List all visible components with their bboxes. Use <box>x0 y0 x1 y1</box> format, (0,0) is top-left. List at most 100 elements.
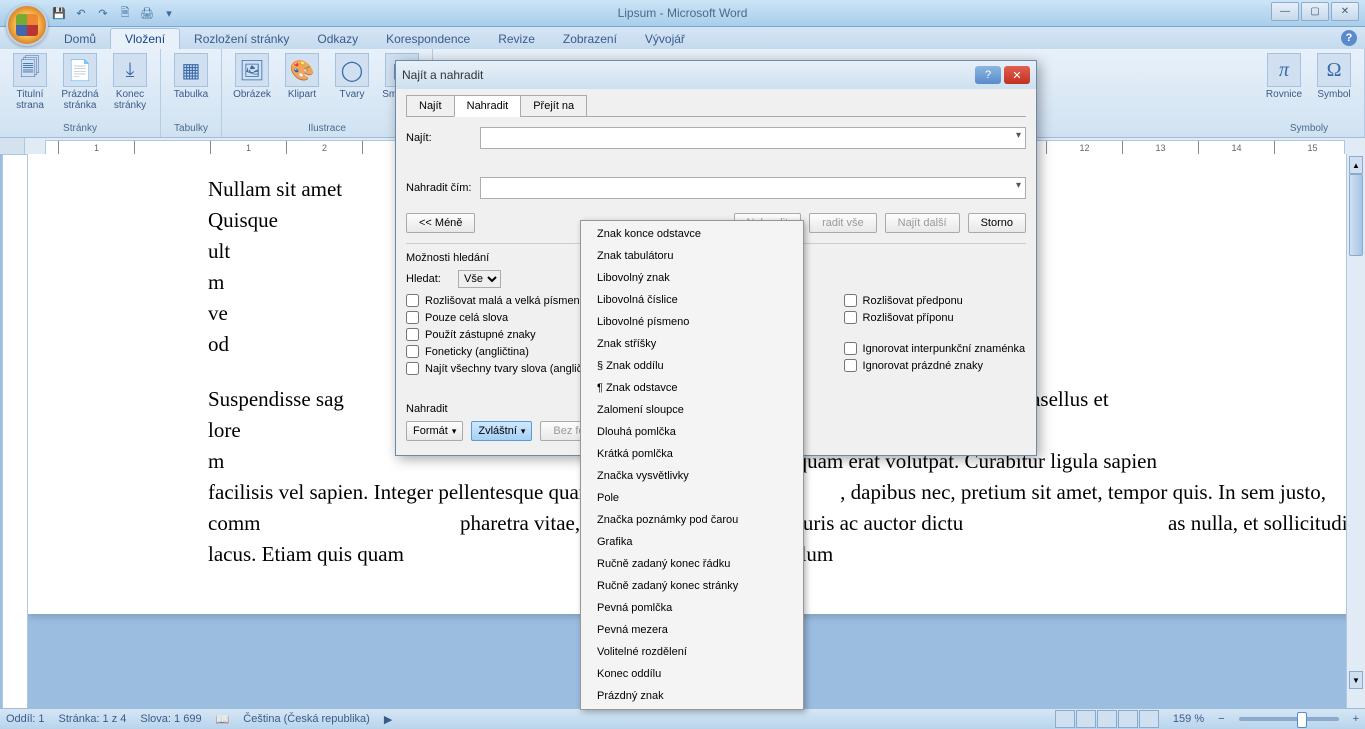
menu-item[interactable]: Volitelné rozdělení <box>583 641 801 663</box>
dialog-titlebar[interactable]: Najít a nahradit ? ✕ <box>396 61 1036 89</box>
replace-input[interactable] <box>480 177 1026 199</box>
find-input[interactable] <box>480 127 1026 149</box>
menu-item[interactable]: Značka vysvětlivky <box>583 465 801 487</box>
option-checkbox[interactable]: Rozlišovat předponu <box>844 294 1026 307</box>
symbol-button[interactable]: ΩSymbol <box>1310 51 1358 102</box>
option-checkbox[interactable]: Pouze celá slova <box>406 311 604 324</box>
menu-item[interactable]: Prázdný znak <box>583 685 801 707</box>
view-outline[interactable] <box>1118 710 1138 728</box>
zoom-thumb[interactable] <box>1297 712 1307 728</box>
dialog-help-button[interactable]: ? <box>975 66 1001 84</box>
search-direction-select[interactable]: Vše <box>458 270 501 288</box>
tab-revize[interactable]: Revize <box>484 29 549 49</box>
minimize-button[interactable]: ― <box>1271 2 1299 21</box>
dialog-tab-replace[interactable]: Nahradit <box>454 95 522 117</box>
dialog-tab-goto[interactable]: Přejít na <box>520 95 587 117</box>
cover-page-button[interactable]: 🗐Titulnístrana <box>6 51 54 113</box>
tab-domu[interactable]: Domů <box>50 29 110 49</box>
qat-more-icon[interactable]: ▾ <box>160 4 178 22</box>
format-dropdown[interactable]: Formát <box>406 421 463 441</box>
help-icon[interactable]: ? <box>1341 30 1357 46</box>
print-preview-icon[interactable]: 🗎 <box>116 4 134 22</box>
menu-item[interactable]: ¶ Znak odstavce <box>583 377 801 399</box>
ribbon-tabs: Domů Vložení Rozložení stránky Odkazy Ko… <box>0 27 1365 49</box>
proofing-icon[interactable]: 📖 <box>216 713 230 726</box>
menu-item[interactable]: Znak stříšky <box>583 333 801 355</box>
tab-zobrazeni[interactable]: Zobrazení <box>549 29 631 49</box>
view-draft[interactable] <box>1139 710 1159 728</box>
zoom-slider[interactable] <box>1239 717 1339 721</box>
table-button[interactable]: ▦Tabulka <box>167 51 215 102</box>
scroll-thumb[interactable] <box>1349 174 1363 256</box>
menu-item[interactable]: Dlouhá pomlčka <box>583 421 801 443</box>
maximize-button[interactable]: ▢ <box>1301 2 1329 21</box>
menu-item[interactable]: Ručně zadaný konec stránky <box>583 575 801 597</box>
tab-vlozeni[interactable]: Vložení <box>110 28 180 49</box>
option-checkbox[interactable]: Ignorovat prázdné znaky <box>844 359 1026 372</box>
print-icon[interactable]: 🖨 <box>138 4 156 22</box>
redo-icon[interactable]: ↷ <box>94 4 112 22</box>
menu-item[interactable]: Ručně zadaný konec řádku <box>583 553 801 575</box>
office-button[interactable] <box>6 4 48 46</box>
option-checkbox[interactable]: Foneticky (angličtina) <box>406 345 604 358</box>
zoom-out-icon[interactable]: − <box>1218 713 1224 725</box>
view-print-layout[interactable] <box>1055 710 1075 728</box>
zoom-in-icon[interactable]: + <box>1353 713 1359 725</box>
undo-icon[interactable]: ↶ <box>72 4 90 22</box>
macro-icon[interactable]: ▶ <box>384 713 392 726</box>
menu-item[interactable]: Značka poznámky pod čarou <box>583 509 801 531</box>
vertical-scrollbar[interactable]: ▲ ▼ <box>1346 154 1365 709</box>
cancel-button[interactable]: Storno <box>968 213 1026 233</box>
dialog-close-button[interactable]: ✕ <box>1004 66 1030 84</box>
save-icon[interactable]: 💾 <box>50 4 68 22</box>
menu-item[interactable]: Zalomení sloupce <box>583 399 801 421</box>
equation-button[interactable]: πRovnice <box>1260 51 1308 102</box>
option-checkbox[interactable]: Rozlišovat příponu <box>844 311 1026 324</box>
dialog-tabs: Najít Nahradit Přejít na <box>406 95 1026 117</box>
scroll-up-icon[interactable]: ▲ <box>1349 156 1363 174</box>
option-checkbox[interactable]: Ignorovat interpunkční znaménka <box>844 342 1026 355</box>
menu-item[interactable]: Znak konce odstavce <box>583 223 801 245</box>
tab-korespondence[interactable]: Korespondence <box>372 29 484 49</box>
view-full-screen[interactable] <box>1076 710 1096 728</box>
option-checkbox[interactable]: Použít zástupné znaky <box>406 328 604 341</box>
menu-item[interactable]: Pevná pomlčka <box>583 597 801 619</box>
find-next-button[interactable]: Najít další <box>885 213 960 233</box>
menu-item[interactable]: Krátká pomlčka <box>583 443 801 465</box>
tab-vyvojar[interactable]: Vývojář <box>631 29 699 49</box>
view-web-layout[interactable] <box>1097 710 1117 728</box>
zoom-level[interactable]: 159 % <box>1173 713 1204 725</box>
option-checkbox[interactable]: Najít všechny tvary slova (angličtina) <box>406 362 604 375</box>
tab-rozlozeni[interactable]: Rozložení stránky <box>180 29 303 49</box>
clipart-button[interactable]: 🎨Klipart <box>278 51 326 102</box>
menu-item[interactable]: Libovolné písmeno <box>583 311 801 333</box>
ribbon-group-label: Tabulky <box>167 122 215 135</box>
blank-page-button[interactable]: 📄Prázdnástránka <box>56 51 104 113</box>
status-page[interactable]: Stránka: 1 z 4 <box>59 713 127 725</box>
menu-item[interactable]: Grafika <box>583 531 801 553</box>
tab-odkazy[interactable]: Odkazy <box>303 29 372 49</box>
status-language[interactable]: Čeština (Česká republika) <box>243 713 370 725</box>
status-words[interactable]: Slova: 1 699 <box>140 713 201 725</box>
menu-item[interactable]: Pevná mezera <box>583 619 801 641</box>
scroll-down-icon[interactable]: ▼ <box>1349 671 1363 689</box>
option-checkbox[interactable]: Rozlišovat malá a velká písmena <box>406 294 604 307</box>
vertical-ruler[interactable] <box>2 154 28 709</box>
menu-item[interactable]: Libovolný znak <box>583 267 801 289</box>
status-section[interactable]: Oddíl: 1 <box>6 713 45 725</box>
special-dropdown[interactable]: Zvláštní <box>471 421 532 441</box>
menu-item[interactable]: Znak tabulátoru <box>583 245 801 267</box>
close-button[interactable]: ✕ <box>1331 2 1359 21</box>
menu-item[interactable]: Pole <box>583 487 801 509</box>
status-bar: Oddíl: 1 Stránka: 1 z 4 Slova: 1 699 📖 Č… <box>0 708 1365 729</box>
page-break-button[interactable]: ⤓Konecstránky <box>106 51 154 113</box>
menu-item[interactable]: Konec oddílu <box>583 663 801 685</box>
replace-all-button[interactable]: radit vše <box>809 213 877 233</box>
menu-item[interactable]: § Znak oddílu <box>583 355 801 377</box>
menu-item[interactable]: Libovolná číslice <box>583 289 801 311</box>
less-button[interactable]: << Méně <box>406 213 475 233</box>
shapes-button[interactable]: ◯Tvary <box>328 51 376 102</box>
dialog-tab-find[interactable]: Najít <box>406 95 455 117</box>
quick-access-toolbar: 💾 ↶ ↷ 🗎 🖨 ▾ <box>50 4 178 22</box>
picture-button[interactable]: 🖼Obrázek <box>228 51 276 102</box>
